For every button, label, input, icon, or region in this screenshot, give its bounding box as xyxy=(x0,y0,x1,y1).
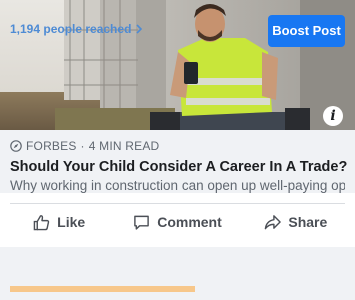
comment-label: Comment xyxy=(157,214,222,230)
comment-icon xyxy=(134,215,150,230)
comment-button[interactable]: Comment xyxy=(118,204,236,240)
reach-link[interactable]: 1,194 people reached xyxy=(10,22,143,36)
thumbs-up-icon xyxy=(33,214,50,230)
insights-bar xyxy=(0,247,355,300)
read-time: 4 MIN READ xyxy=(88,139,160,153)
reach-progress-bar xyxy=(10,286,260,292)
compass-icon xyxy=(10,140,22,152)
chevron-right-icon xyxy=(136,24,143,34)
reach-progress-fill xyxy=(10,286,195,292)
info-icon[interactable]: i xyxy=(323,106,343,126)
separator: · xyxy=(80,139,85,153)
link-preview[interactable]: FORBES · 4 MIN READ Should Your Child Co… xyxy=(0,130,355,193)
reach-text: 1,194 people reached xyxy=(10,22,132,36)
article-description: Why working in construction can open up … xyxy=(10,178,345,193)
boost-post-button[interactable]: Boost Post xyxy=(268,15,345,47)
share-button[interactable]: Share xyxy=(237,204,355,240)
like-button[interactable]: Like xyxy=(0,204,118,240)
source-row: FORBES · 4 MIN READ xyxy=(10,138,345,154)
share-icon xyxy=(265,214,282,229)
like-label: Like xyxy=(57,214,86,230)
article-headline[interactable]: Should Your Child Consider A Career In A… xyxy=(10,158,347,176)
source-name: FORBES xyxy=(26,139,77,153)
action-bar: Like Comment Share xyxy=(0,204,355,240)
share-label: Share xyxy=(288,214,328,230)
